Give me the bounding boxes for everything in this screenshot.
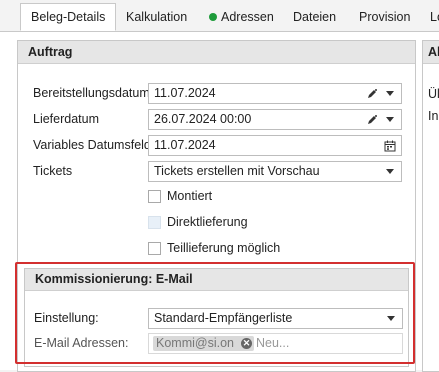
tickets-label: Tickets xyxy=(33,164,73,178)
edit-pencil-icon[interactable] xyxy=(365,84,379,103)
auftrag-header: Auftrag xyxy=(18,41,415,64)
lieferdatum-label: Lieferdatum xyxy=(33,112,100,126)
bereitstellungsdatum-value: 11.07.2024 xyxy=(154,86,216,100)
tab-label: Lo xyxy=(430,10,439,24)
tickets-value: Tickets erstellen mit Vorschau xyxy=(154,164,320,178)
tab-kalkulation[interactable]: Kalkulation xyxy=(126,5,187,30)
right-line-2: In xyxy=(428,109,439,123)
tickets-select[interactable]: Tickets erstellen mit Vorschau xyxy=(148,161,402,182)
teillieferung-label: Teillieferung möglich xyxy=(167,241,281,255)
tab-label: Adressen xyxy=(221,10,274,24)
right-group: Al Ül In xyxy=(422,40,439,372)
chevron-down-icon[interactable] xyxy=(383,110,397,129)
highlight-frame xyxy=(15,262,415,364)
tab-provision[interactable]: Provision xyxy=(359,5,410,30)
status-dot-icon xyxy=(209,13,217,21)
tab-lo[interactable]: Lo xyxy=(430,5,439,30)
tab-bar: Beleg-Details Kalkulation Adressen Datei… xyxy=(0,0,439,32)
calendar-icon[interactable] xyxy=(383,136,397,155)
chevron-down-icon[interactable] xyxy=(383,162,397,181)
variables-datumsfeld-value: 11.07.2024 xyxy=(154,138,216,152)
tab-dateien[interactable]: Dateien xyxy=(293,5,336,30)
montiert-checkbox[interactable] xyxy=(148,190,161,203)
right-group-header: Al xyxy=(423,41,439,64)
lieferdatum-field[interactable]: 26.07.2024 00:00 xyxy=(148,109,402,130)
tab-label: Dateien xyxy=(293,10,337,24)
edit-pencil-icon[interactable] xyxy=(365,110,379,129)
bereitstellungsdatum-field[interactable]: 11.07.2024 xyxy=(148,83,402,104)
tab-label: Kalkulation xyxy=(126,10,188,24)
variables-datumsfeld-field[interactable]: 11.07.2024 xyxy=(148,135,402,156)
right-line-1: Ül xyxy=(428,87,439,101)
tab-label: Beleg-Details xyxy=(31,10,106,24)
teillieferung-checkbox[interactable] xyxy=(148,242,161,255)
lieferdatum-value: 26.07.2024 00:00 xyxy=(154,112,252,126)
tab-beleg-details[interactable]: Beleg-Details xyxy=(20,3,117,31)
chevron-down-icon[interactable] xyxy=(383,84,397,103)
direktlieferung-checkbox[interactable] xyxy=(148,216,161,229)
direktlieferung-label: Direktlieferung xyxy=(167,215,248,229)
montiert-label: Montiert xyxy=(167,189,213,203)
variables-datumsfeld-label: Variables Datumsfeld xyxy=(33,138,151,152)
bereitstellungsdatum-label: Bereitstellungsdatum xyxy=(33,86,150,100)
tab-label: Provision xyxy=(359,10,411,24)
tab-adressen[interactable]: Adressen xyxy=(209,5,274,30)
